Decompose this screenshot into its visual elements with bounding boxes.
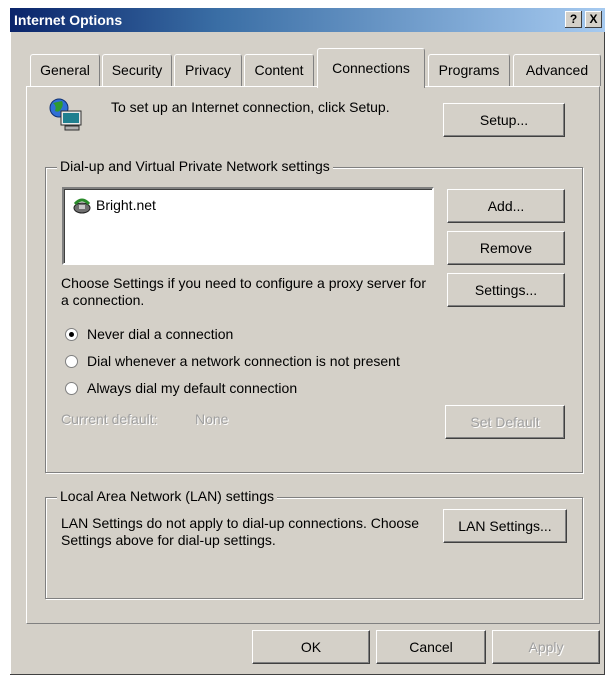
add-button[interactable]: Add... [447,189,565,223]
radio-always-dial[interactable] [65,382,78,395]
setup-button[interactable]: Setup... [443,103,565,137]
tab-content[interactable]: Content [244,54,314,86]
ok-button[interactable]: OK [252,630,370,664]
radio-always-dial-label: Always dial my default connection [87,380,298,396]
radio-dial-when-no-network-label: Dial whenever a network connection is no… [87,353,400,369]
tab-security[interactable]: Security [102,54,172,86]
apply-button[interactable]: Apply [492,630,600,664]
cancel-button[interactable]: Cancel [376,630,486,664]
title-bar[interactable]: Internet Options ? X [10,8,605,32]
settings-button[interactable]: Settings... [447,273,565,307]
radio-never-dial-label: Never dial a connection [87,326,234,342]
list-item[interactable]: Bright.net [72,195,156,215]
radio-dial-when-no-network[interactable] [65,355,78,368]
tab-programs[interactable]: Programs [428,54,510,86]
tab-general[interactable]: General [30,54,100,86]
tab-advanced[interactable]: Advanced [513,54,601,86]
tab-privacy[interactable]: Privacy [174,54,242,86]
lan-settings-button[interactable]: LAN Settings... [443,509,567,543]
proxy-instructions: Choose Settings if you need to configure… [61,275,426,308]
remove-button[interactable]: Remove [447,231,565,265]
dialup-connection-icon [72,196,92,214]
current-default-value: None [195,411,229,427]
connections-panel: To set up an Internet connection, click … [26,86,600,624]
help-button[interactable]: ? [565,11,582,28]
internet-options-dialog: Internet Options ? X General Security Pr… [10,8,605,675]
current-default-label: Current default: [61,411,158,427]
radio-never-dial[interactable] [65,328,78,341]
tab-connections[interactable]: Connections [317,48,425,88]
connection-name: Bright.net [96,197,156,213]
window-title: Internet Options [14,12,123,28]
setup-instructions: To set up an Internet connection, click … [111,99,390,115]
close-button[interactable]: X [585,11,602,28]
network-connection-icon [47,97,87,133]
set-default-button[interactable]: Set Default [445,405,565,439]
lan-group-label: Local Area Network (LAN) settings [57,488,277,504]
connections-list[interactable]: Bright.net [62,187,434,265]
dialup-group-label: Dial-up and Virtual Private Network sett… [57,158,333,174]
lan-instructions: LAN Settings do not apply to dial-up con… [61,515,420,548]
